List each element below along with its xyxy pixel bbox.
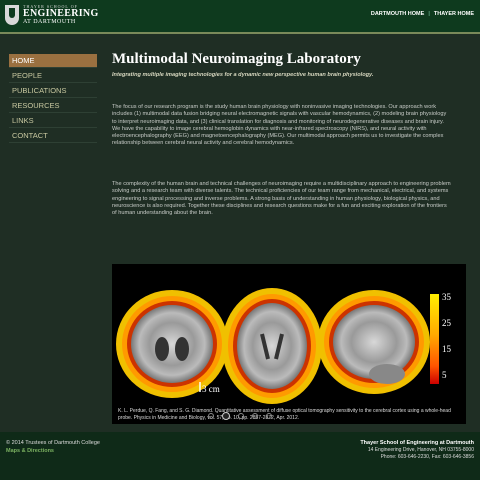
footer-address: Thayer School of Engineering at Dartmout… bbox=[360, 440, 474, 461]
slide-dot[interactable] bbox=[252, 413, 258, 419]
shield-icon bbox=[5, 5, 19, 25]
thayer-home-link[interactable]: THAYER HOME bbox=[434, 11, 474, 17]
colorbar-tick-label: 5 bbox=[442, 370, 447, 380]
logo-line-2: ENGINEERING bbox=[23, 8, 99, 19]
sidebar-item-people[interactable]: PEOPLE bbox=[9, 69, 97, 83]
logo-line-3: AT DARTMOUTH bbox=[23, 19, 76, 25]
sidebar-item-publications[interactable]: PUBLICATIONS bbox=[9, 84, 97, 98]
sidebar-item-resources[interactable]: RESOURCES bbox=[9, 99, 97, 113]
colorbar-tick-label: 35 bbox=[442, 292, 452, 302]
footer-org-name: Thayer School of Engineering at Dartmout… bbox=[360, 440, 474, 446]
color-bar: 35 25 15 5 bbox=[430, 292, 452, 384]
site-footer: © 2014 Trustees of Dartmouth College Map… bbox=[0, 432, 480, 480]
brain-sensitivity-image: 3 cm 35 25 15 5 bbox=[116, 288, 452, 404]
colorbar-tick-label: 25 bbox=[442, 318, 452, 328]
page-subtitle: Integrating multiple imaging technologie… bbox=[112, 72, 374, 78]
page-title: Multimodal Neuroimaging Laboratory bbox=[112, 51, 361, 67]
sidebar-item-contact[interactable]: CONTACT bbox=[9, 129, 97, 143]
slide-dot[interactable] bbox=[208, 413, 214, 419]
top-nav: DARTMOUTH HOME | THAYER HOME bbox=[371, 11, 474, 17]
scale-bar: 3 cm bbox=[199, 382, 220, 394]
thayer-logo[interactable]: THAYER SCHOOL OF ENGINEERING AT DARTMOUT… bbox=[5, 4, 105, 28]
maps-directions-link[interactable]: Maps & Directions bbox=[6, 448, 54, 454]
intro-paragraph: The focus of our research program is the… bbox=[112, 104, 447, 147]
dartmouth-home-link[interactable]: DARTMOUTH HOME bbox=[371, 11, 424, 17]
brain-slice-sagittal bbox=[318, 290, 430, 394]
sidebar-nav: HOME PEOPLE PUBLICATIONS RESOURCES LINKS… bbox=[9, 54, 97, 144]
slideshow-figure[interactable]: 3 cm 35 25 15 5 K. L. Perdue, Q. Fang, a… bbox=[112, 264, 466, 424]
sidebar-item-links[interactable]: LINKS bbox=[9, 114, 97, 128]
nav-separator: | bbox=[428, 11, 430, 17]
slide-dot[interactable] bbox=[266, 413, 272, 419]
sidebar-item-home[interactable]: HOME bbox=[9, 54, 97, 68]
brain-slice-axial bbox=[222, 288, 322, 404]
content-column: Multimodal Neuroimaging Laboratory Integ… bbox=[112, 51, 452, 216]
team-paragraph: The complexity of the human brain and te… bbox=[112, 181, 451, 217]
site-header: THAYER SCHOOL OF ENGINEERING AT DARTMOUT… bbox=[0, 0, 480, 32]
scale-bar-label: 3 cm bbox=[202, 384, 220, 394]
main-area: HOME PEOPLE PUBLICATIONS RESOURCES LINKS… bbox=[0, 34, 480, 432]
footer-phone: Phone: 603-646-2230, Fax: 603-646-3856 bbox=[380, 454, 474, 460]
copyright-text: © 2014 Trustees of Dartmouth College bbox=[6, 440, 100, 446]
footer-street: 14 Engineering Drive, Hanover, NH 03755-… bbox=[367, 447, 474, 453]
brain-slice-coronal bbox=[116, 290, 228, 398]
slideshow-pager bbox=[0, 406, 480, 424]
colorbar-tick-label: 15 bbox=[442, 344, 452, 354]
slide-dot[interactable] bbox=[238, 413, 244, 419]
slide-dot-active[interactable] bbox=[222, 412, 230, 420]
